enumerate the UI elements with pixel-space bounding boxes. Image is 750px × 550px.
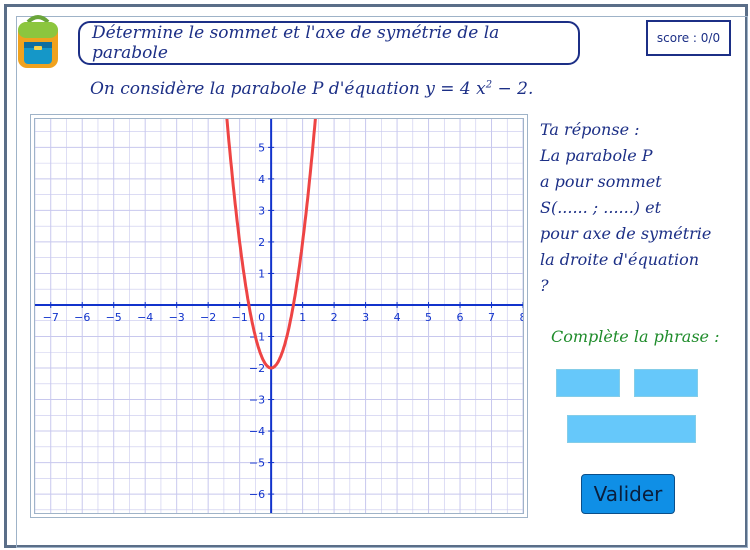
vertex-x-field[interactable] — [556, 369, 620, 397]
answer-line: La parabole P — [540, 146, 653, 165]
complete-instruction: Complète la phrase : — [551, 327, 720, 346]
x-tick-label: 5 — [425, 311, 432, 324]
origin-label: 0 — [258, 311, 265, 324]
y-tick-label: −6 — [249, 488, 265, 501]
statement-prefix: On considère la parabole P d'équation y … — [90, 79, 486, 99]
y-tick-label: 1 — [258, 267, 265, 280]
x-tick-label: 3 — [362, 311, 369, 324]
x-tick-label: 1 — [299, 311, 306, 324]
x-tick-label: −6 — [74, 311, 90, 324]
x-tick-label: −5 — [106, 311, 122, 324]
y-tick-label: 5 — [258, 141, 265, 154]
x-tick-label: 6 — [457, 311, 464, 324]
x-tick-label: 8 — [520, 311, 524, 324]
x-tick-label: 2 — [331, 311, 338, 324]
x-tick-label: −1 — [232, 311, 248, 324]
x-tick-label: −4 — [137, 311, 153, 324]
graph-frame: −7−6−5−4−3−2−112345678−6−5−4−3−2−1123450 — [30, 114, 528, 518]
answer-line: Ta réponse : — [540, 120, 640, 139]
vertex-y-field[interactable] — [634, 369, 698, 397]
y-tick-label: 3 — [258, 204, 265, 217]
parabola-chart: −7−6−5−4−3−2−112345678−6−5−4−3−2−1123450 — [35, 119, 523, 513]
x-tick-label: 7 — [488, 311, 495, 324]
answer-line: a pour sommet — [540, 172, 662, 191]
y-tick-label: −3 — [249, 394, 265, 407]
y-tick-label: −4 — [249, 425, 265, 438]
answer-line: ? — [540, 276, 549, 295]
x-tick-label: −7 — [43, 311, 59, 324]
answer-line: S(...... ; ......) et — [540, 198, 662, 217]
y-tick-label: −2 — [249, 362, 265, 375]
validate-button[interactable]: Valider — [581, 474, 675, 514]
axis-equation-field[interactable] — [567, 415, 696, 443]
exercise-title: Détermine le sommet et l'axe de symétrie… — [78, 21, 580, 65]
backpack-icon — [18, 15, 58, 68]
problem-statement: On considère la parabole P d'équation y … — [90, 79, 533, 99]
y-tick-label: −5 — [249, 457, 265, 470]
statement-suffix: − 2. — [492, 79, 534, 99]
graph-panel: −7−6−5−4−3−2−112345678−6−5−4−3−2−1123450 — [34, 118, 524, 514]
x-tick-label: −2 — [200, 311, 216, 324]
answer-text: Ta réponse : La parabole P a pour sommet… — [540, 117, 740, 299]
answer-line: la droite d'équation — [540, 250, 700, 269]
y-tick-label: 2 — [258, 236, 265, 249]
y-tick-label: 4 — [258, 173, 265, 186]
score-display: score : 0/0 — [646, 20, 731, 56]
answer-line: pour axe de symétrie — [540, 224, 712, 243]
x-tick-label: −3 — [169, 311, 185, 324]
x-tick-label: 4 — [394, 311, 401, 324]
